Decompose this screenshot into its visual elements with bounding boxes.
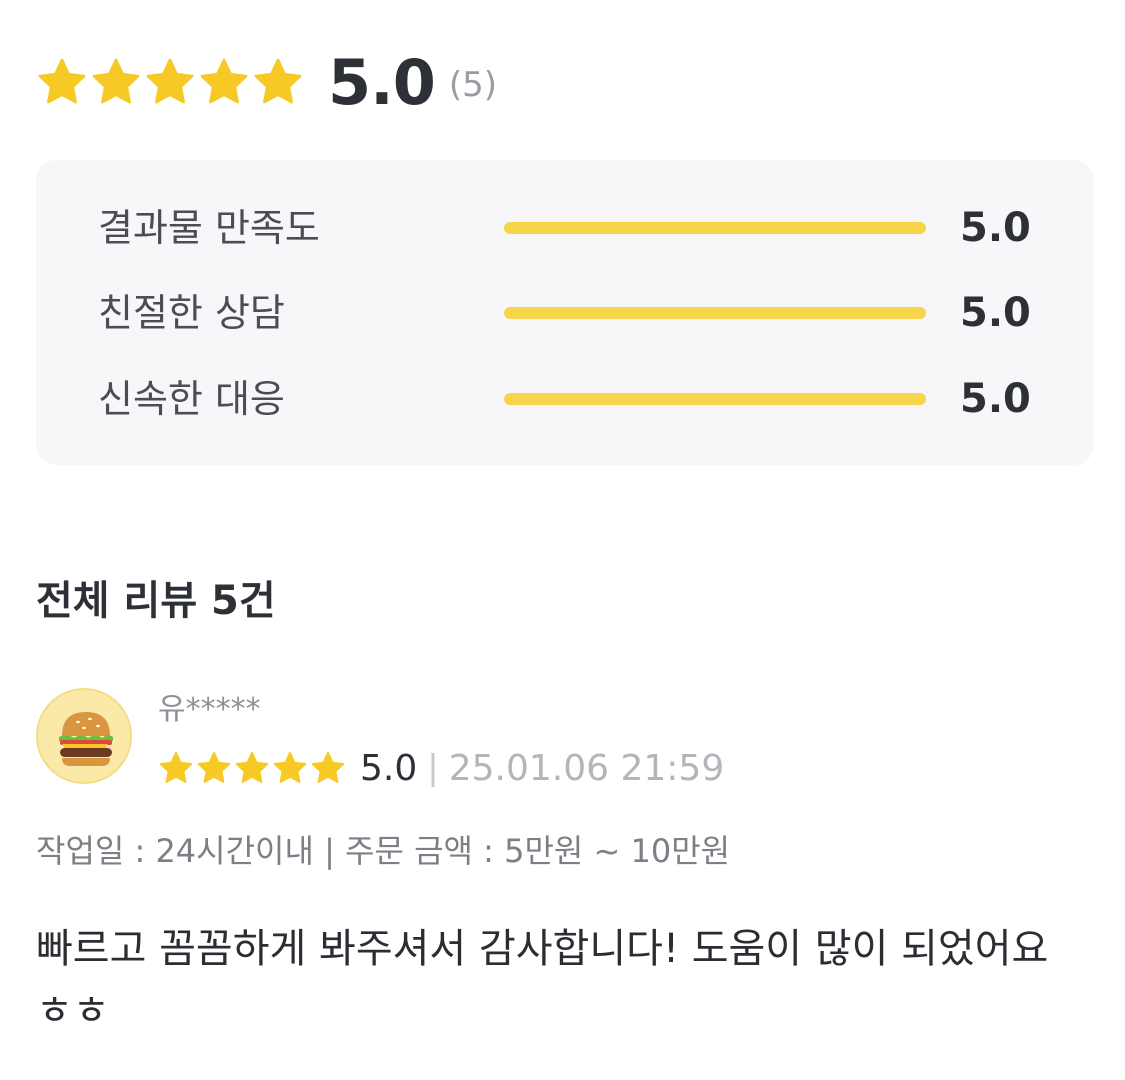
criterion-bar-fill [504,393,926,405]
criterion-label: 신속한 대응 [98,377,285,421]
criterion-score: 5.0 [960,290,1031,336]
reviewer-name: 유***** [158,692,261,727]
star-icon [36,56,88,108]
criterion-bar [504,222,926,234]
star-icon [196,750,232,786]
review-text: 빠르고 꼼꼼하게 봐주셔서 감사합니다! 도움이 많이 되었어요 ㅎㅎ [36,926,1049,1034]
meta-separator: | [427,748,439,788]
hamburger-icon [59,712,113,766]
criterion-bar-fill [504,222,926,234]
star-icon [144,56,196,108]
star-icon [234,750,270,786]
reviewer-avatar[interactable] [36,688,132,784]
rating-breakdown-panel: 결과물 만족도 5.0 친절한 상담 5.0 신속한 대응 5.0 [36,160,1094,465]
order-info: 작업일 : 24시간이내 | 주문 금액 : 5만원 ~ 10만원 [36,832,731,870]
star-icon [310,750,346,786]
review-count: (5) [448,65,498,105]
criterion-label: 친절한 상담 [98,291,285,335]
average-score: 5.0 [328,45,436,119]
criterion-score: 5.0 [960,376,1031,422]
criterion-score: 5.0 [960,205,1031,251]
star-icon [158,750,194,786]
criterion-row-response: 신속한 대응 5.0 [36,369,1094,429]
review-star-rating [158,750,346,786]
review-date: 25.01.06 21:59 [448,747,725,789]
criterion-bar [504,307,926,319]
criterion-row-satisfaction: 결과물 만족도 5.0 [36,198,1094,258]
star-icon [198,56,250,108]
review-score: 5.0 [360,747,418,789]
criterion-bar-fill [504,307,926,319]
criterion-bar [504,393,926,405]
star-icon [90,56,142,108]
criterion-row-consultation: 친절한 상담 5.0 [36,283,1094,343]
star-icon [252,56,304,108]
criterion-label: 결과물 만족도 [98,206,320,250]
reviews-section-title: 전체 리뷰 5건 [36,578,276,624]
star-icon [272,750,308,786]
review-meta: 5.0 | 25.01.06 21:59 [158,744,724,792]
summary-star-rating [36,56,304,108]
rating-summary: 5.0 (5) [36,44,497,120]
